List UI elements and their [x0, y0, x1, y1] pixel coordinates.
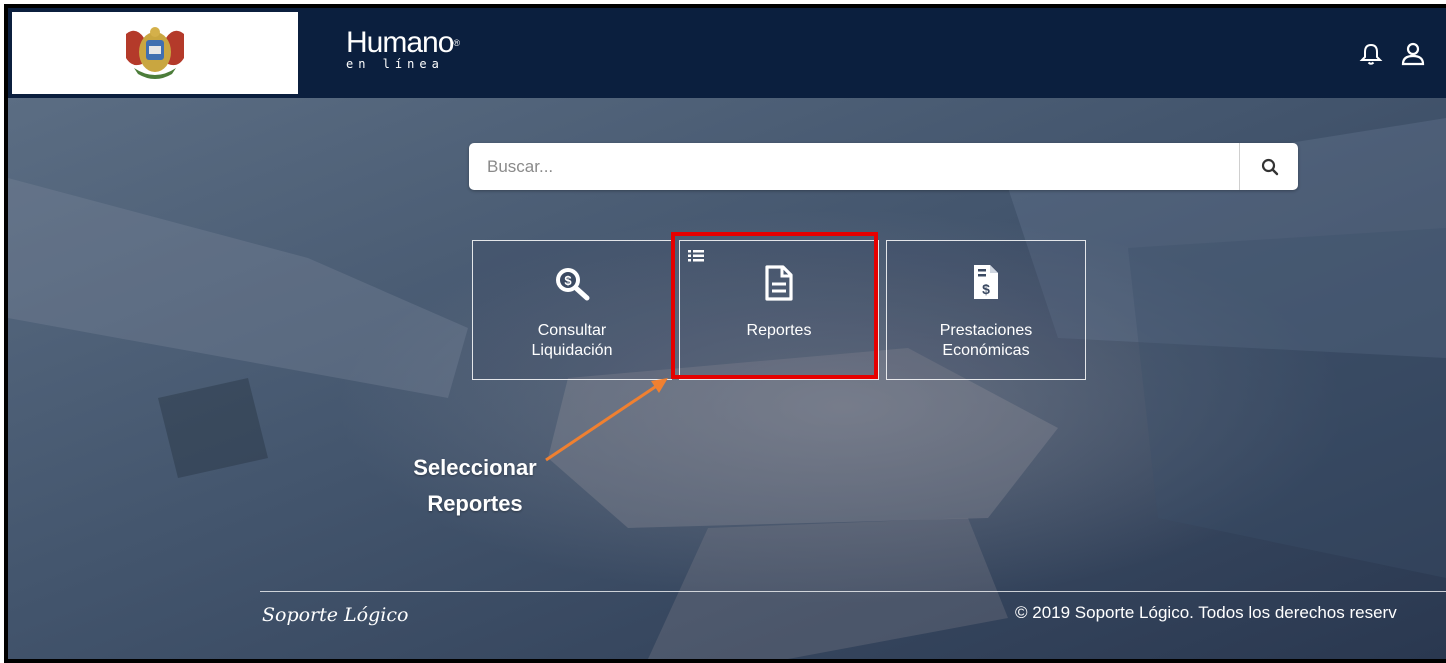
- highlight-box: [671, 232, 878, 379]
- search-dollar-icon: $: [556, 268, 590, 301]
- tile-label-line2: Económicas: [942, 342, 1030, 359]
- annotation-line1: Seleccionar: [413, 455, 537, 480]
- search-bar: [469, 143, 1298, 190]
- tile-label-line1: Prestaciones: [939, 322, 1033, 339]
- top-header: Humano® en línea: [8, 8, 1446, 98]
- svg-text:$: $: [564, 273, 572, 288]
- footer-logo[interactable]: Soporte Lógico: [262, 604, 408, 626]
- search-button[interactable]: [1239, 143, 1299, 190]
- bell-icon[interactable]: [1358, 41, 1384, 67]
- brand-registered: ®: [453, 38, 460, 48]
- user-icon[interactable]: [1400, 41, 1426, 67]
- brand-name: Humano: [346, 26, 454, 59]
- tile-label-line1: Consultar: [537, 322, 607, 339]
- brand-subtitle: en línea: [346, 57, 444, 71]
- annotation-text: Seleccionar Reportes: [390, 450, 560, 522]
- app-viewport: Humano® en línea $: [8, 8, 1446, 659]
- svg-text:$: $: [982, 281, 990, 297]
- institution-logo-box[interactable]: [12, 12, 298, 94]
- invoice-dollar-icon: $: [974, 265, 998, 299]
- brand-logo[interactable]: Humano® en línea: [346, 26, 460, 71]
- search-input[interactable]: [469, 143, 1239, 190]
- annotation-line2: Reportes: [427, 491, 523, 516]
- search-icon: [1261, 158, 1278, 175]
- screenshot-frame: Humano® en línea $: [4, 4, 1446, 663]
- tile-label-line2: Liquidación: [531, 342, 613, 359]
- footer-divider: [260, 591, 1446, 592]
- crest-logo: [126, 27, 184, 79]
- tile-consultar-liquidacion[interactable]: $ Consultar Liquidación: [472, 240, 672, 380]
- tile-prestaciones-economicas[interactable]: $ Prestaciones Económicas: [886, 240, 1086, 380]
- footer-copyright: © 2019 Soporte Lógico. Todos los derecho…: [1015, 603, 1397, 622]
